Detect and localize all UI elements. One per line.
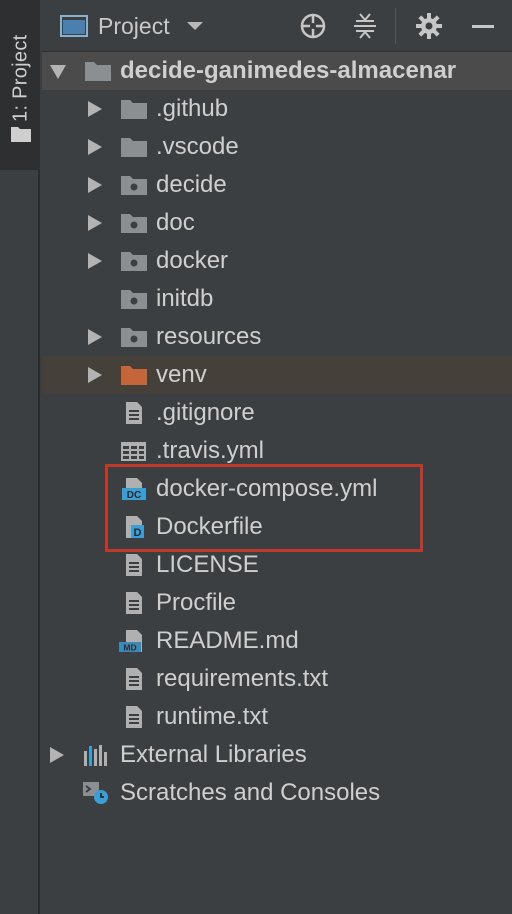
tree-item-venv[interactable]: venv xyxy=(42,356,512,394)
excluded-folder-icon xyxy=(121,366,147,385)
module-folder-icon xyxy=(121,252,147,271)
tree-root-node[interactable]: decide-ganimedes-almacenar xyxy=(42,52,512,90)
tree-item-scratches[interactable]: Scratches and Consoles xyxy=(42,774,512,812)
markdown-file-icon: MD xyxy=(119,630,142,653)
collapsed-arrow-icon[interactable] xyxy=(88,329,102,345)
tree-item-label: docker xyxy=(156,247,229,274)
tree-item-runtime[interactable]: runtime.txt xyxy=(42,698,512,736)
tree-item-external-libraries[interactable]: External Libraries xyxy=(42,736,512,774)
tree-item-readme[interactable]: MD README.md xyxy=(42,622,512,660)
tree-item-gitignore[interactable]: .gitignore xyxy=(42,394,512,432)
folder-icon xyxy=(121,138,147,157)
tree-item-doc[interactable]: doc xyxy=(42,204,512,242)
tree-item-decide[interactable]: decide xyxy=(42,166,512,204)
tree-item-docker[interactable]: docker xyxy=(42,242,512,280)
text-file-icon xyxy=(126,706,142,728)
scratches-console-icon xyxy=(83,782,108,804)
tree-item-label: .gitignore xyxy=(156,399,255,426)
tool-window-stripe: 1: Project xyxy=(0,0,40,914)
hide-panel-button[interactable] xyxy=(468,11,498,41)
tree-item-label: venv xyxy=(156,361,207,388)
text-file-icon xyxy=(126,668,142,690)
gear-icon xyxy=(416,13,442,39)
tree-item-label: Procfile xyxy=(156,589,237,616)
tree-item-label: Scratches and Consoles xyxy=(120,779,381,806)
collapsed-arrow-icon[interactable] xyxy=(88,367,102,383)
tree-item-github[interactable]: .github xyxy=(42,90,512,128)
settings-button[interactable] xyxy=(414,11,444,41)
tree-item-travis-yml[interactable]: .travis.yml xyxy=(42,432,512,470)
svg-text:D: D xyxy=(134,527,142,539)
view-selector-dropdown[interactable]: Project xyxy=(60,10,206,42)
text-file-icon xyxy=(126,592,142,614)
collapsed-arrow-icon[interactable] xyxy=(50,747,64,763)
tree-item-label: .github xyxy=(156,95,229,122)
collapsed-arrow-icon[interactable] xyxy=(88,253,102,269)
tree-item-license[interactable]: LICENSE xyxy=(42,546,512,584)
project-tool-window-tab[interactable]: 1: Project xyxy=(0,0,40,170)
project-view-header: Project xyxy=(42,0,512,52)
collapse-all-button[interactable] xyxy=(350,11,380,41)
folder-icon xyxy=(121,100,147,119)
chevron-down-icon xyxy=(186,22,203,30)
tree-item-procfile[interactable]: Procfile xyxy=(42,584,512,622)
tree-item-label: External Libraries xyxy=(120,741,307,768)
project-tree: decide-ganimedes-almacenar .github .vsco… xyxy=(42,52,512,914)
tree-item-label: initdb xyxy=(156,285,214,312)
tree-item-docker-compose[interactable]: DC docker-compose.yml xyxy=(42,470,512,508)
toolbar-separator xyxy=(395,8,396,44)
tree-item-label: .vscode xyxy=(156,133,239,160)
collapse-all-icon xyxy=(354,13,376,39)
tree-item-label: Dockerfile xyxy=(156,513,263,540)
tree-item-dockerfile[interactable]: D Dockerfile xyxy=(42,508,512,546)
tree-item-label: docker-compose.yml xyxy=(156,475,378,502)
minimize-icon xyxy=(472,25,494,28)
collapsed-arrow-icon[interactable] xyxy=(88,177,102,193)
collapsed-arrow-icon[interactable] xyxy=(88,101,102,117)
svg-text:DC: DC xyxy=(127,490,141,501)
tree-item-label: requirements.txt xyxy=(156,665,329,692)
view-selector-label: Project xyxy=(98,12,170,39)
module-folder-icon xyxy=(121,328,147,347)
project-tab-label: 1: Project xyxy=(9,34,32,122)
tree-item-label: decide xyxy=(156,171,227,198)
root-project-label: decide-ganimedes-almacenar xyxy=(120,57,457,84)
docker-compose-file-icon: DC xyxy=(122,478,146,501)
tree-item-label: README.md xyxy=(156,627,299,654)
project-view-icon xyxy=(60,15,88,37)
text-file-icon xyxy=(126,402,142,424)
crosshair-icon xyxy=(300,13,326,39)
dockerfile-icon: D xyxy=(126,516,144,539)
module-folder-icon xyxy=(121,176,147,195)
svg-text:MD: MD xyxy=(123,643,136,653)
libraries-icon xyxy=(84,745,107,766)
folder-icon xyxy=(11,127,31,142)
folder-icon xyxy=(85,62,111,81)
tree-item-label: runtime.txt xyxy=(156,703,269,730)
collapsed-arrow-icon[interactable] xyxy=(88,139,102,155)
tree-item-label: resources xyxy=(156,323,262,350)
tree-item-resources[interactable]: resources xyxy=(42,318,512,356)
module-folder-icon xyxy=(121,290,147,309)
module-folder-icon xyxy=(121,214,147,233)
tree-item-label: .travis.yml xyxy=(156,437,264,464)
locate-file-button[interactable] xyxy=(298,11,328,41)
collapsed-arrow-icon[interactable] xyxy=(88,215,102,231)
expanded-arrow-icon[interactable] xyxy=(50,65,66,79)
yaml-file-icon xyxy=(121,442,146,461)
tree-item-label: LICENSE xyxy=(156,551,259,578)
tree-item-requirements[interactable]: requirements.txt xyxy=(42,660,512,698)
tree-item-initdb[interactable]: initdb xyxy=(42,280,512,318)
tree-item-label: doc xyxy=(156,209,195,236)
tree-item-vscode[interactable]: .vscode xyxy=(42,128,512,166)
text-file-icon xyxy=(126,554,142,576)
